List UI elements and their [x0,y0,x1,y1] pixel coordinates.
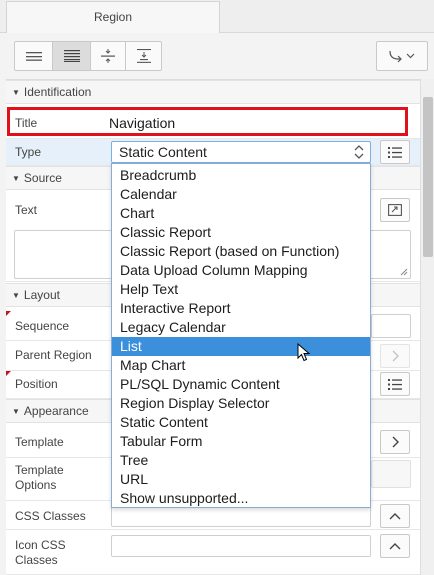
css-classes-field[interactable] [111,505,371,527]
type-label: Type [15,145,42,159]
collapse-triangle-icon: ▼ [12,88,20,97]
section-identification-label: Identification [23,85,92,99]
icon-css-classes-field[interactable] [111,535,371,557]
section-source-label: Source [23,171,62,185]
code-editor-button[interactable] [380,198,410,222]
dropdown-option[interactable]: Map Chart [112,356,370,375]
list-icon [388,378,402,390]
title-field[interactable]: Navigation [109,115,175,131]
dropdown-option[interactable]: URL [112,470,370,489]
dropdown-option[interactable]: Static Content [112,413,370,432]
list-expanded-icon [64,50,80,62]
dropdown-option[interactable]: Calendar [112,185,370,204]
required-marker [6,311,11,316]
select-caret-icon [354,145,364,159]
property-toolbar [0,33,434,79]
collapse-triangle-icon: ▼ [12,407,20,416]
dropdown-option-selected[interactable]: List [112,337,370,356]
dropdown-option[interactable]: Tree [112,451,370,470]
list-expanded-button[interactable] [53,42,91,70]
css-classes-label: CSS Classes [15,509,86,523]
go-to-group-button[interactable] [377,42,427,70]
dropdown-option[interactable]: PL/SQL Dynamic Content [112,375,370,394]
chevron-up-icon [389,543,401,550]
view-toggle-group [14,41,92,71]
tab-region[interactable]: Region [6,1,220,34]
icon-css-classes-lov-button[interactable] [380,534,410,558]
expand-editor-icon [388,204,402,216]
collapse-all-button[interactable] [91,42,126,70]
dropdown-option[interactable]: Classic Report [112,223,370,242]
dropdown-option[interactable]: Chart [112,204,370,223]
collapse-triangle-icon: ▼ [12,291,20,300]
section-appearance-label: Appearance [23,404,89,418]
list-compact-button[interactable] [15,42,53,70]
type-dropdown-list[interactable]: Breadcrumb Calendar Chart Classic Report… [111,163,371,508]
list-compact-icon [25,52,42,61]
title-required-outline [7,107,408,136]
dropdown-option[interactable]: Show unsupported... [112,489,370,508]
section-identification[interactable]: ▼ Identification [6,80,420,104]
mouse-cursor-icon [297,343,311,362]
expand-all-button[interactable] [126,42,161,70]
scrollbar-thumb[interactable] [423,97,433,257]
dropdown-option[interactable]: Interactive Report [112,299,370,318]
template-options-label: Template Options [15,463,64,492]
dropdown-option[interactable]: Legacy Calendar [112,318,370,337]
dropdown-option[interactable]: Help Text [112,280,370,299]
parent-region-next-button[interactable] [380,344,410,368]
collapse-icon [101,49,115,63]
dropdown-option[interactable]: Classic Report (based on Function) [112,242,370,261]
chevron-up-icon [389,513,401,520]
go-to-group-menu[interactable] [376,41,428,71]
type-list-button[interactable] [380,140,410,164]
required-marker [6,371,11,376]
chevron-right-icon [392,436,399,448]
dropdown-option[interactable]: Breadcrumb [112,166,370,185]
type-select-value: Static Content [119,144,207,160]
vertical-scrollbar[interactable] [420,79,434,575]
chevron-right-icon [392,350,399,362]
go-to-group-icon [389,50,415,63]
position-list-button[interactable] [380,372,410,396]
list-icon [388,146,402,158]
position-label: Position [15,377,58,391]
section-layout-label: Layout [23,288,60,302]
parent-region-label: Parent Region [15,348,92,362]
tab-bar: Region [0,0,434,34]
resize-handle-icon[interactable] [400,268,408,276]
template-next-button[interactable] [380,430,410,454]
collapse-expand-group [90,41,162,71]
expand-icon [136,49,151,63]
template-label: Template [15,435,64,449]
template-options-field[interactable] [371,460,411,488]
sequence-label: Sequence [15,319,70,333]
css-classes-lov-button[interactable] [380,504,410,528]
collapse-triangle-icon: ▼ [12,174,20,183]
icon-css-classes-label: Icon CSS Classes [15,538,66,567]
text-label: Text [15,203,38,217]
dropdown-option[interactable]: Region Display Selector [112,394,370,413]
dropdown-option[interactable]: Data Upload Column Mapping [112,261,370,280]
dropdown-option[interactable]: Tabular Form [112,432,370,451]
sequence-field[interactable] [371,314,411,338]
type-select[interactable]: Static Content [111,141,371,163]
